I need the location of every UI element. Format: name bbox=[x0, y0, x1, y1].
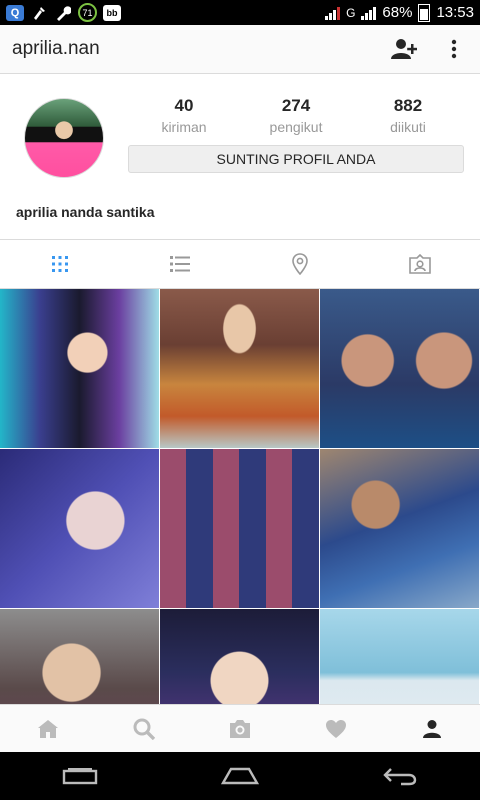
tab-grid[interactable] bbox=[0, 240, 120, 288]
grid-icon bbox=[52, 256, 68, 272]
back-icon bbox=[383, 768, 417, 786]
stat-value: 40 bbox=[174, 96, 194, 115]
profile-stats: 40 kiriman 274 pengikut 882 diikuti bbox=[128, 96, 464, 135]
avatar[interactable] bbox=[24, 98, 104, 178]
wrench-icon bbox=[54, 5, 72, 21]
tagged-icon bbox=[409, 254, 431, 274]
network-type: G bbox=[346, 5, 356, 20]
full-name: aprilia nanda santika bbox=[16, 204, 155, 220]
notification-badge-icon: 71 bbox=[78, 3, 97, 22]
home-icon bbox=[38, 719, 58, 738]
bottom-nav bbox=[0, 704, 480, 752]
app-q-icon: Q bbox=[6, 4, 24, 21]
photo-grid bbox=[0, 289, 480, 704]
edit-profile-button[interactable]: SUNTING PROFIL ANDA bbox=[128, 145, 464, 173]
more-options-button[interactable] bbox=[440, 35, 468, 63]
list-icon bbox=[170, 256, 190, 272]
nav-search[interactable] bbox=[96, 705, 192, 752]
status-bar: Q 71 bb G 68% 13:53 bbox=[0, 0, 480, 25]
nav-activity[interactable] bbox=[288, 705, 384, 752]
grid-post[interactable] bbox=[160, 609, 319, 704]
header-username: aprilia.nan bbox=[12, 38, 100, 59]
grid-post[interactable] bbox=[160, 289, 319, 448]
stat-label: pengikut bbox=[269, 119, 323, 135]
profile-section: 40 kiriman 274 pengikut 882 diikuti SUNT… bbox=[0, 74, 480, 240]
search-icon bbox=[133, 718, 155, 740]
bbm-icon: bb bbox=[103, 4, 121, 21]
grid-post[interactable] bbox=[320, 289, 479, 448]
recent-apps-button[interactable] bbox=[0, 752, 160, 800]
add-person-button[interactable] bbox=[390, 35, 418, 63]
tab-location[interactable] bbox=[240, 240, 360, 288]
signal-icon bbox=[361, 6, 377, 20]
profile-icon bbox=[423, 719, 441, 738]
grid-post[interactable] bbox=[0, 449, 159, 608]
profile-header: aprilia.nan bbox=[0, 25, 480, 74]
grid-post[interactable] bbox=[320, 449, 479, 608]
system-nav-bar bbox=[0, 752, 480, 800]
stat-value: 274 bbox=[281, 96, 311, 115]
tab-tagged[interactable] bbox=[360, 240, 480, 288]
stat-followers[interactable]: 274 pengikut bbox=[240, 96, 352, 135]
no-signal-icon bbox=[325, 6, 341, 20]
grid-post[interactable] bbox=[320, 609, 479, 704]
battery-icon bbox=[418, 3, 431, 22]
nav-home[interactable] bbox=[0, 705, 96, 752]
grid-post[interactable] bbox=[160, 449, 319, 608]
add-person-icon bbox=[391, 39, 417, 59]
grid-post[interactable] bbox=[0, 609, 159, 704]
stat-following[interactable]: 882 diikuti bbox=[352, 96, 464, 135]
stat-label: diikuti bbox=[390, 119, 426, 135]
home-nav-icon bbox=[221, 767, 259, 785]
nav-profile[interactable] bbox=[384, 705, 480, 752]
grid-post[interactable] bbox=[0, 289, 159, 448]
clock: 13:53 bbox=[436, 4, 474, 21]
home-button[interactable] bbox=[160, 752, 320, 800]
nav-camera[interactable] bbox=[192, 705, 288, 752]
back-button[interactable] bbox=[320, 752, 480, 800]
more-vertical-icon bbox=[451, 39, 457, 59]
recent-apps-icon bbox=[62, 768, 98, 785]
heart-icon bbox=[326, 719, 346, 738]
battery-percent: 68% bbox=[382, 4, 413, 21]
profile-tabs bbox=[0, 240, 480, 289]
stat-value: 882 bbox=[393, 96, 423, 115]
tab-list[interactable] bbox=[120, 240, 240, 288]
cleaner-icon bbox=[30, 5, 48, 21]
camera-icon bbox=[230, 719, 250, 738]
stat-posts[interactable]: 40 kiriman bbox=[128, 96, 240, 135]
location-icon bbox=[292, 253, 308, 275]
stat-label: kiriman bbox=[161, 119, 207, 135]
